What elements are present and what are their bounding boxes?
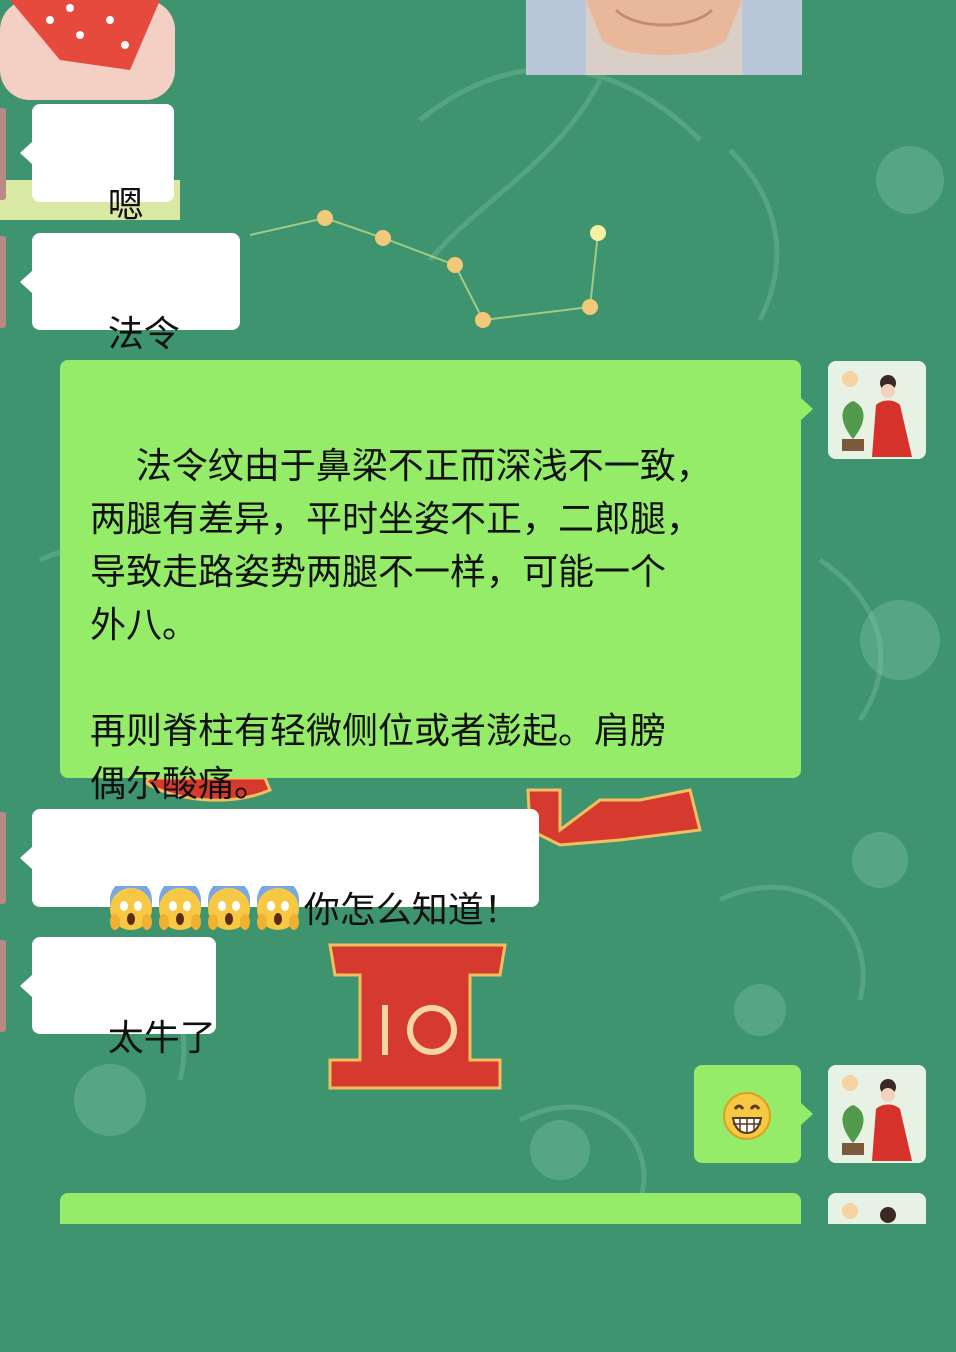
sender-avatar[interactable] — [0, 236, 6, 328]
avatar-illustration — [828, 1193, 926, 1224]
message-bubble[interactable] — [60, 1193, 801, 1224]
message-bubble[interactable]: 法令纹？ — [32, 233, 240, 408]
avatar-illustration — [828, 361, 926, 459]
scream-emoji-icon — [158, 886, 201, 930]
message-bubble[interactable]: 法令纹由于鼻梁不正而深浅不一致， 两腿有差异，平时坐姿不正，二郎腿， 导致走路姿… — [60, 360, 801, 805]
scream-emoji-icon — [109, 886, 152, 930]
my-avatar[interactable] — [828, 1193, 926, 1224]
message-bubble[interactable]: 嗯嗯 — [32, 104, 174, 279]
message-bubble[interactable] — [694, 1065, 801, 1163]
my-avatar[interactable] — [828, 361, 926, 459]
sender-avatar[interactable] — [0, 812, 6, 904]
message-text: 太牛了 — [107, 1018, 216, 1059]
message-bubble[interactable]: 你怎么知道！ — [32, 809, 539, 931]
image-message[interactable] — [526, 0, 802, 75]
message-text: 你怎么知道！ — [303, 890, 520, 931]
scream-emoji-icon — [207, 886, 250, 930]
grin-emoji-icon — [723, 1092, 771, 1140]
sender-avatar[interactable] — [0, 940, 6, 1032]
avatar-illustration — [828, 1065, 926, 1163]
message-bubble[interactable]: 太牛了 — [32, 937, 216, 1059]
message-text: 法令纹由于鼻梁不正而深浅不一致， 两腿有差异，平时坐姿不正，二郎腿， 导致走路姿… — [90, 446, 712, 805]
sender-avatar[interactable] — [0, 108, 6, 200]
my-avatar[interactable] — [828, 1065, 926, 1163]
scream-emoji-icon — [256, 886, 299, 930]
photo-thumbnail — [526, 0, 802, 75]
